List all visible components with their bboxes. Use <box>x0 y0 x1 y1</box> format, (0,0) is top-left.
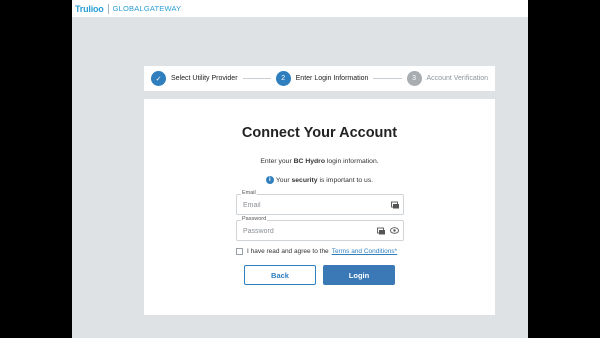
product-name: GLOBALGATEWAY <box>112 4 182 13</box>
password-field-container: Password <box>236 216 404 241</box>
step-account-verification: 3 Account Verification <box>406 71 488 86</box>
page-title: Connect Your Account <box>241 125 398 141</box>
progress-stepper: ✓ Select Utility Provider 2 Enter Login … <box>144 66 495 91</box>
step-enter-login-information: 2 Enter Login Information <box>275 71 369 86</box>
step-connector <box>242 78 271 79</box>
show-password-eye-icon[interactable] <box>390 226 399 235</box>
login-instructions: Enter your BC Hydro login information. <box>144 158 495 165</box>
check-icon: ✓ <box>151 71 166 86</box>
security-suffix: is important to us. <box>319 176 374 184</box>
instr-prefix: Enter your <box>260 158 292 165</box>
email-label: Email <box>241 190 257 196</box>
autofill-icon[interactable] <box>390 200 399 209</box>
step-label: Account Verification <box>426 75 488 82</box>
security-note: i Your security is important to us. <box>144 176 495 184</box>
terms-agreement: I have read and agree to the Terms and C… <box>236 248 397 255</box>
step-number: 3 <box>406 71 422 86</box>
back-button[interactable]: Back <box>244 265 316 285</box>
provider-name: BC Hydro <box>293 158 325 165</box>
security-prefix: Your <box>275 176 290 184</box>
logo-divider <box>107 3 109 14</box>
app-frame: Trulioo GLOBALGATEWAY ✓ Select Utility P… <box>72 0 528 338</box>
terms-checkbox[interactable] <box>236 248 243 255</box>
security-bold: security <box>291 176 318 184</box>
password-input[interactable] <box>243 225 373 237</box>
step-select-utility-provider: ✓ Select Utility Provider <box>151 71 238 86</box>
terms-link[interactable]: Terms and Conditions* <box>332 248 397 255</box>
email-input[interactable] <box>243 199 373 211</box>
email-field-container: Email <box>236 190 404 215</box>
autofill-icon[interactable] <box>376 226 385 235</box>
top-bar: Trulioo GLOBALGATEWAY <box>72 0 528 18</box>
password-label: Password <box>241 216 268 222</box>
step-connector <box>373 78 402 79</box>
agree-text: I have read and agree to the <box>247 248 329 255</box>
trulioo-logo: Trulioo <box>75 3 104 14</box>
step-number: 2 <box>275 71 291 86</box>
info-icon: i <box>265 176 274 184</box>
connect-account-card: Connect Your Account Enter your BC Hydro… <box>144 99 495 315</box>
instr-suffix: login information. <box>326 158 379 165</box>
step-label: Select Utility Provider <box>171 75 238 82</box>
login-button[interactable]: Login <box>323 265 395 285</box>
step-label: Enter Login Information <box>295 75 369 82</box>
